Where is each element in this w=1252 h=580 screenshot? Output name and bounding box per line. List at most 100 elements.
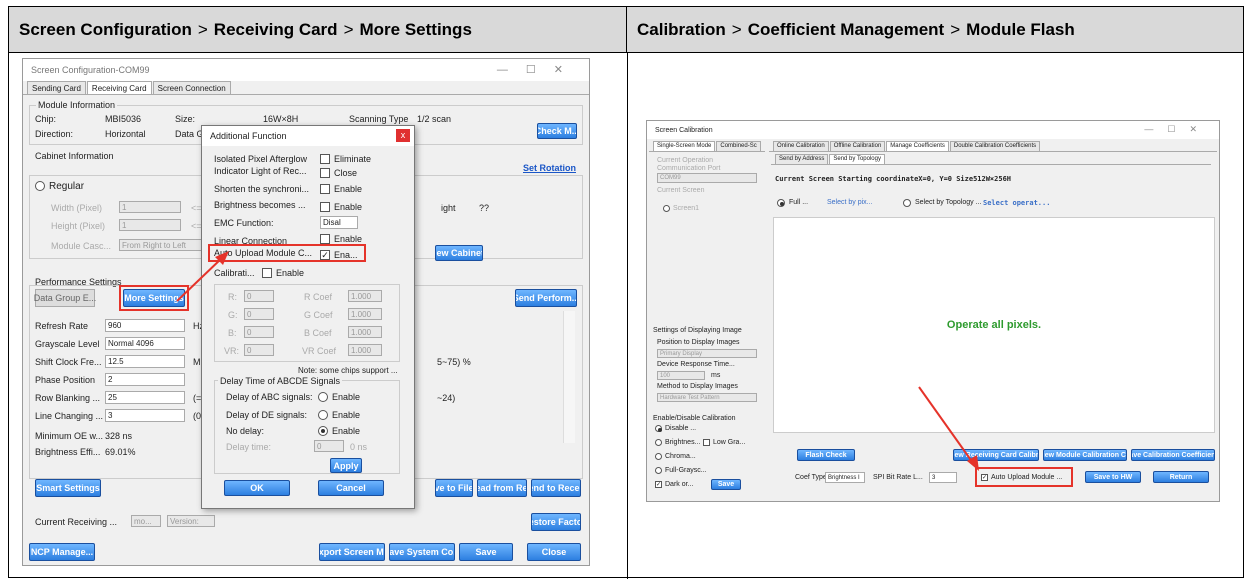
save-to-file-button[interactable]: ve to File <box>435 479 473 497</box>
save-button[interactable]: Save <box>459 543 513 561</box>
close-checkbox[interactable] <box>320 168 330 178</box>
tab-sending-card[interactable]: Sending Card <box>27 81 86 94</box>
highlight-auto-upload-module <box>975 467 1073 487</box>
disable-radio[interactable] <box>655 425 662 432</box>
dark-checkbox[interactable]: ✓ <box>655 481 662 488</box>
response-input[interactable]: 100 <box>657 371 705 380</box>
right-value: ?? <box>479 203 490 213</box>
smart-settings-button[interactable]: Smart Settings <box>35 479 101 497</box>
topology-radio[interactable] <box>903 199 911 207</box>
send-to-receiving-button[interactable]: Send to Recei... <box>531 479 581 497</box>
coef-value[interactable]: 1.000 <box>348 326 382 338</box>
view-receiving-button[interactable]: View Receiving Card Calibr... <box>953 449 1039 461</box>
coef-input[interactable]: 0 <box>244 308 274 320</box>
coef-input[interactable]: 0 <box>244 290 274 302</box>
phase-select[interactable]: 2 <box>105 373 185 386</box>
view-cabinet-button[interactable]: iew Cabinet <box>435 245 483 261</box>
phase-label: Phase Position <box>35 375 96 385</box>
tab-manage-coefficients[interactable]: Manage Coefficients <box>886 141 949 151</box>
calib-window-controls[interactable]: —☐✕ <box>1144 124 1211 135</box>
method-select[interactable]: Hardware Test Pattern <box>657 393 757 402</box>
regular-radio[interactable] <box>35 181 45 191</box>
tab-screen-connection[interactable]: Screen Connection <box>152 81 231 94</box>
delay-de-label: Delay of DE signals: <box>226 410 308 420</box>
line-changing-input[interactable]: 3 <box>105 409 185 422</box>
refresh-select[interactable]: 960 <box>105 319 185 332</box>
coef-label: B: <box>228 328 237 338</box>
window-controls[interactable]: —☐✕ <box>497 63 581 76</box>
delay-abc-radio[interactable] <box>318 392 328 402</box>
ok-button[interactable]: OK <box>224 480 290 496</box>
brightness-checkbox[interactable] <box>320 202 330 212</box>
select-operation[interactable]: Select operat... <box>983 199 1050 207</box>
close-button[interactable]: Close <box>527 543 581 561</box>
delay-time-input[interactable]: 0 <box>314 440 344 452</box>
current-mo-input[interactable]: mo... <box>131 515 161 527</box>
row-blanking-input[interactable]: 25 <box>105 391 185 404</box>
calib-save-button[interactable]: Save <box>711 479 741 490</box>
height-input[interactable]: 1 <box>119 219 181 231</box>
delay-de-radio[interactable] <box>318 410 328 420</box>
select-by-pixel[interactable]: Select by pix... <box>827 199 873 206</box>
tab-combined-screen[interactable]: Combined-Sc <box>716 141 761 151</box>
version-input[interactable]: Version: <box>167 515 215 527</box>
shift-clock-select[interactable]: 12.5 <box>105 355 185 368</box>
dialog-close-icon[interactable]: x <box>396 129 410 142</box>
screen1-radio[interactable] <box>663 205 670 212</box>
apply-button[interactable]: Apply <box>330 458 362 473</box>
tab-receiving-card[interactable]: Receiving Card <box>86 81 152 94</box>
tab-online-calibration[interactable]: Online Calibration <box>773 141 829 151</box>
linear-checkbox[interactable] <box>320 234 330 244</box>
dialog-row-option: Enable <box>334 202 363 212</box>
save-system-button[interactable]: Save System Co... <box>389 543 455 561</box>
chroma-radio[interactable] <box>655 453 662 460</box>
primary-select[interactable]: Primary Display <box>657 349 757 358</box>
tab-double-calibration[interactable]: Double Calibration Coefficients <box>949 141 1041 151</box>
tab-send-by-address[interactable]: Send by Address <box>775 154 829 164</box>
coef-value[interactable]: 1.000 <box>348 344 382 356</box>
delay-time-label: Delay time: <box>226 442 272 452</box>
flash-check-button[interactable]: Flash Check <box>797 449 855 461</box>
calib-checkbox[interactable] <box>262 268 272 278</box>
save-coef-button[interactable]: Save Calibration Coefficien... <box>1131 449 1215 461</box>
full-radio[interactable] <box>777 199 785 207</box>
spi-select[interactable]: 3 <box>929 472 957 483</box>
data-group-button[interactable]: Data Group E... <box>34 289 96 307</box>
tab-single-screen[interactable]: Single-Screen Mode <box>653 141 716 151</box>
full-gray-radio[interactable] <box>655 467 662 474</box>
check-module-button[interactable]: Check M... <box>537 123 577 139</box>
grayscale-select[interactable]: Normal 4096 <box>105 337 185 350</box>
view-module-button[interactable]: View Module Calibration C... <box>1043 449 1127 461</box>
no-delay-radio[interactable] <box>318 426 328 436</box>
eliminate-checkbox[interactable] <box>320 154 330 164</box>
dialog-row-option: Enable <box>334 234 363 244</box>
cancel-button[interactable]: Cancel <box>318 480 384 496</box>
save-to-hw-button[interactable]: Save to HW <box>1085 471 1141 483</box>
return-button[interactable]: Return <box>1153 471 1209 483</box>
read-from-button[interactable]: Read from Re... <box>477 479 527 497</box>
send-performance-button[interactable]: Send Perform... <box>515 289 577 307</box>
coef-type-select[interactable]: Brightness I <box>825 472 865 483</box>
coef-value[interactable]: 1.000 <box>348 290 382 302</box>
restore-factory-button[interactable]: Restore Facto... <box>531 513 581 531</box>
response-label: Device Response Time... <box>657 361 735 368</box>
disable-label: Disable ... <box>665 425 697 432</box>
tab-offline-calibration[interactable]: Offline Calibration <box>829 141 886 151</box>
scrollbar[interactable] <box>563 311 575 443</box>
coef-input[interactable]: 0 <box>244 344 274 356</box>
emc-select[interactable]: Disal <box>320 216 358 229</box>
size-value: 16W×8H <box>263 114 299 124</box>
tab-send-by-topology[interactable]: Send by Topology <box>829 154 885 164</box>
set-rotation-link[interactable]: Set Rotation <box>523 163 576 173</box>
com-select[interactable]: COM99 <box>657 173 757 183</box>
ncp-manage-button[interactable]: NCP Manage... <box>29 543 95 561</box>
low-gray-checkbox[interactable] <box>703 439 710 446</box>
cascade-select[interactable]: From Right to Left <box>119 239 211 251</box>
coef-value[interactable]: 1.000 <box>348 308 382 320</box>
export-screen-button[interactable]: Export Screen M... <box>319 543 385 561</box>
width-input[interactable]: 1 <box>119 201 181 213</box>
operate-area[interactable]: Operate all pixels. <box>773 217 1215 433</box>
coef-input[interactable]: 0 <box>244 326 274 338</box>
shorten-checkbox[interactable] <box>320 184 330 194</box>
brightness-radio[interactable] <box>655 439 662 446</box>
